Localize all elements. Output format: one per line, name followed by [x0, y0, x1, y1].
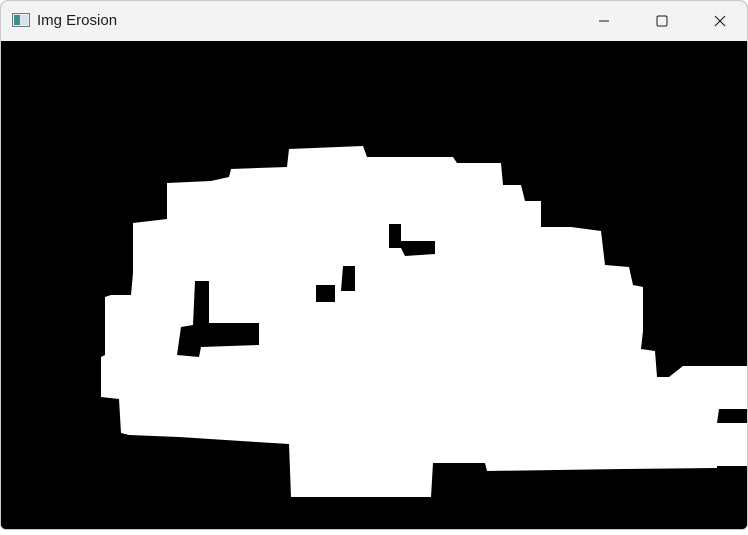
hole-3 [341, 266, 355, 291]
minimize-button[interactable] [575, 1, 633, 41]
window-title: Img Erosion [37, 12, 118, 29]
minimize-icon [598, 15, 610, 27]
app-window: Img Erosion [0, 0, 748, 530]
maximize-icon [656, 15, 668, 27]
close-icon [714, 15, 726, 27]
title-bar[interactable]: Img Erosion [1, 1, 747, 41]
image-canvas [1, 41, 747, 529]
eroded-image [1, 41, 747, 529]
close-button[interactable] [691, 1, 747, 41]
hole-5 [717, 409, 747, 423]
maximize-button[interactable] [633, 1, 691, 41]
hole-2 [316, 285, 335, 302]
app-icon [12, 13, 30, 27]
